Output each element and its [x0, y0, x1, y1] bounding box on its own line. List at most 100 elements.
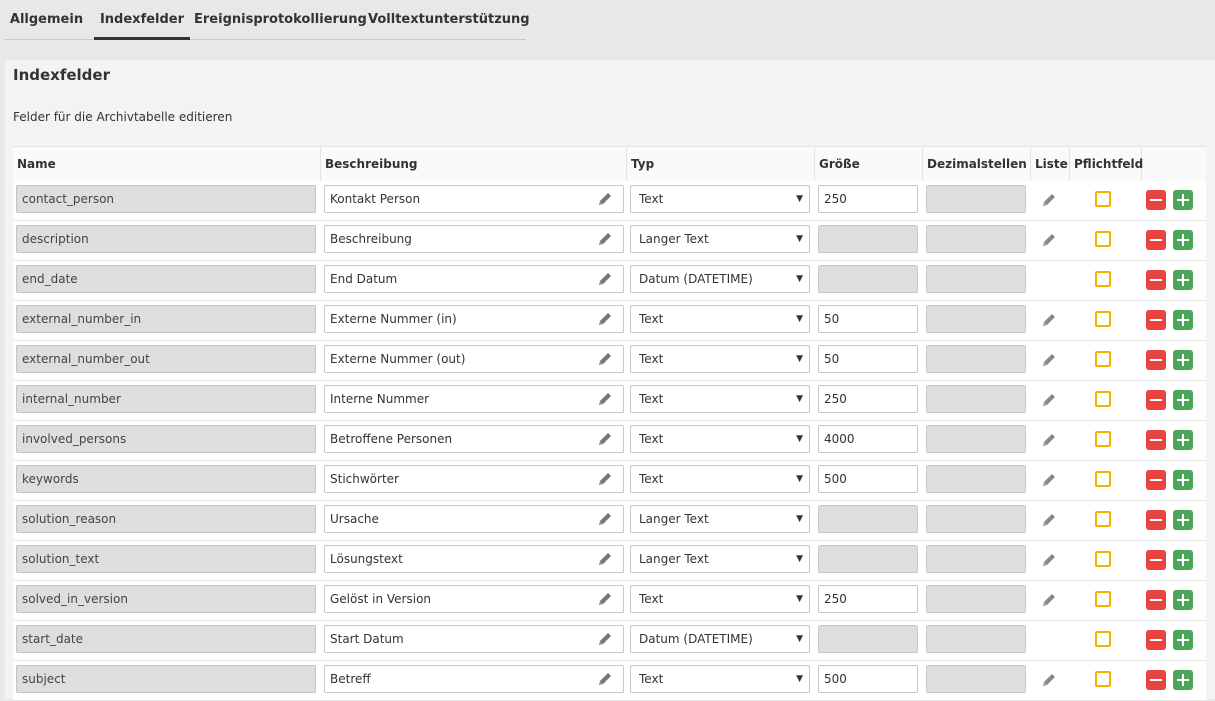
- pencil-icon[interactable]: [597, 431, 613, 447]
- field-description-input[interactable]: Externe Nummer (in): [324, 305, 624, 333]
- field-type-select[interactable]: Text ▼: [630, 585, 810, 613]
- remove-field-button[interactable]: [1146, 590, 1166, 610]
- pencil-icon[interactable]: [597, 271, 613, 287]
- add-field-button[interactable]: [1173, 310, 1193, 330]
- field-type-select[interactable]: Text ▼: [630, 465, 810, 493]
- field-size-input[interactable]: [818, 505, 918, 533]
- field-name-input[interactable]: internal_number: [16, 385, 316, 413]
- add-field-button[interactable]: [1173, 590, 1193, 610]
- pencil-icon[interactable]: [597, 231, 613, 247]
- field-type-select[interactable]: Text ▼: [630, 305, 810, 333]
- add-field-button[interactable]: [1173, 350, 1193, 370]
- pencil-icon[interactable]: [1041, 512, 1057, 528]
- required-checkbox[interactable]: [1095, 191, 1111, 207]
- field-type-select[interactable]: Langer Text ▼: [630, 545, 810, 573]
- field-size-input[interactable]: [818, 545, 918, 573]
- required-checkbox[interactable]: [1095, 471, 1111, 487]
- field-type-select[interactable]: Datum (DATETIME) ▼: [630, 625, 810, 653]
- required-checkbox[interactable]: [1095, 431, 1111, 447]
- field-description-input[interactable]: Lösungstext: [324, 545, 624, 573]
- field-description-input[interactable]: Kontakt Person: [324, 185, 624, 213]
- add-field-button[interactable]: [1173, 190, 1193, 210]
- tab-allgemein[interactable]: Allgemein: [4, 0, 89, 39]
- field-size-input[interactable]: [818, 625, 918, 653]
- pencil-icon[interactable]: [597, 311, 613, 327]
- remove-field-button[interactable]: [1146, 230, 1166, 250]
- pencil-icon[interactable]: [1041, 232, 1057, 248]
- field-description-input[interactable]: Betreff: [324, 665, 624, 693]
- required-checkbox[interactable]: [1095, 231, 1111, 247]
- remove-field-button[interactable]: [1146, 630, 1166, 650]
- field-name-input[interactable]: solution_reason: [16, 505, 316, 533]
- field-description-input[interactable]: Betroffene Personen: [324, 425, 624, 453]
- field-type-select[interactable]: Text ▼: [630, 345, 810, 373]
- field-description-input[interactable]: Beschreibung: [324, 225, 624, 253]
- pencil-icon[interactable]: [1041, 192, 1057, 208]
- required-checkbox[interactable]: [1095, 671, 1111, 687]
- pencil-icon[interactable]: [1041, 472, 1057, 488]
- pencil-icon[interactable]: [597, 191, 613, 207]
- remove-field-button[interactable]: [1146, 510, 1166, 530]
- pencil-icon[interactable]: [597, 471, 613, 487]
- add-field-button[interactable]: [1173, 470, 1193, 490]
- pencil-icon[interactable]: [597, 351, 613, 367]
- field-size-input[interactable]: 500: [818, 665, 918, 693]
- pencil-icon[interactable]: [597, 671, 613, 687]
- field-name-input[interactable]: contact_person: [16, 185, 316, 213]
- field-name-input[interactable]: start_date: [16, 625, 316, 653]
- remove-field-button[interactable]: [1146, 390, 1166, 410]
- field-description-input[interactable]: Externe Nummer (out): [324, 345, 624, 373]
- tab-indexfelder[interactable]: Indexfelder: [94, 0, 190, 40]
- field-name-input[interactable]: external_number_out: [16, 345, 316, 373]
- field-name-input[interactable]: keywords: [16, 465, 316, 493]
- pencil-icon[interactable]: [1041, 392, 1057, 408]
- remove-field-button[interactable]: [1146, 470, 1166, 490]
- add-field-button[interactable]: [1173, 270, 1193, 290]
- field-name-input[interactable]: solved_in_version: [16, 585, 316, 613]
- field-type-select[interactable]: Text ▼: [630, 665, 810, 693]
- required-checkbox[interactable]: [1095, 511, 1111, 527]
- field-name-input[interactable]: involved_persons: [16, 425, 316, 453]
- field-name-input[interactable]: solution_text: [16, 545, 316, 573]
- pencil-icon[interactable]: [1041, 312, 1057, 328]
- field-size-input[interactable]: 4000: [818, 425, 918, 453]
- pencil-icon[interactable]: [597, 591, 613, 607]
- field-name-input[interactable]: description: [16, 225, 316, 253]
- add-field-button[interactable]: [1173, 390, 1193, 410]
- field-description-input[interactable]: Gelöst in Version: [324, 585, 624, 613]
- remove-field-button[interactable]: [1146, 550, 1166, 570]
- add-field-button[interactable]: [1173, 670, 1193, 690]
- required-checkbox[interactable]: [1095, 271, 1111, 287]
- required-checkbox[interactable]: [1095, 591, 1111, 607]
- add-field-button[interactable]: [1173, 630, 1193, 650]
- remove-field-button[interactable]: [1146, 670, 1166, 690]
- remove-field-button[interactable]: [1146, 350, 1166, 370]
- field-type-select[interactable]: Text ▼: [630, 185, 810, 213]
- tab-ereignisprotokollierung[interactable]: Ereignisprotokollierung: [194, 0, 367, 39]
- field-description-input[interactable]: End Datum: [324, 265, 624, 293]
- required-checkbox[interactable]: [1095, 551, 1111, 567]
- pencil-icon[interactable]: [1041, 552, 1057, 568]
- pencil-icon[interactable]: [597, 511, 613, 527]
- add-field-button[interactable]: [1173, 430, 1193, 450]
- pencil-icon[interactable]: [597, 391, 613, 407]
- add-field-button[interactable]: [1173, 230, 1193, 250]
- remove-field-button[interactable]: [1146, 310, 1166, 330]
- field-type-select[interactable]: Langer Text ▼: [630, 505, 810, 533]
- pencil-icon[interactable]: [597, 551, 613, 567]
- pencil-icon[interactable]: [1041, 592, 1057, 608]
- field-description-input[interactable]: Ursache: [324, 505, 624, 533]
- field-type-select[interactable]: Langer Text ▼: [630, 225, 810, 253]
- pencil-icon[interactable]: [1041, 352, 1057, 368]
- add-field-button[interactable]: [1173, 510, 1193, 530]
- required-checkbox[interactable]: [1095, 311, 1111, 327]
- field-size-input[interactable]: [818, 265, 918, 293]
- field-size-input[interactable]: 500: [818, 465, 918, 493]
- add-field-button[interactable]: [1173, 550, 1193, 570]
- tab-volltextunterstuetzung[interactable]: Volltextunterstützung: [368, 0, 530, 39]
- pencil-icon[interactable]: [1041, 432, 1057, 448]
- field-size-input[interactable]: 250: [818, 585, 918, 613]
- field-name-input[interactable]: subject: [16, 665, 316, 693]
- pencil-icon[interactable]: [597, 631, 613, 647]
- required-checkbox[interactable]: [1095, 391, 1111, 407]
